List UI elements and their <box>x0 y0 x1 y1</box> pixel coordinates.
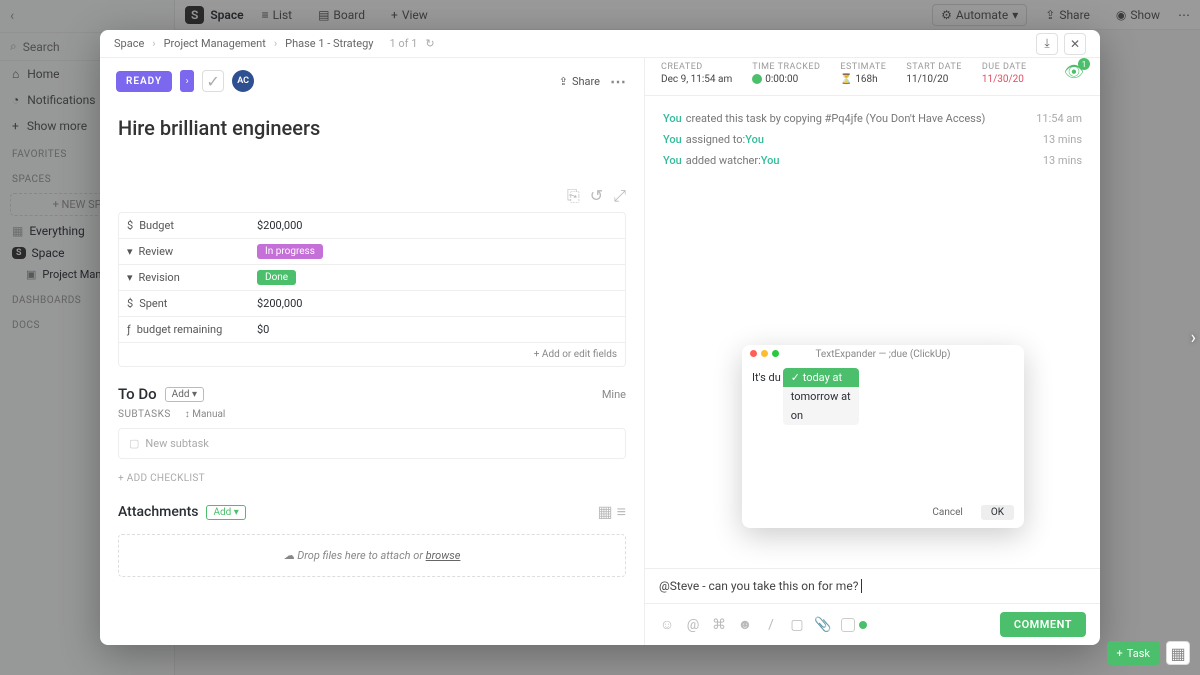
meta-estimate[interactable]: ⏳ 168h <box>840 74 886 85</box>
template-icon[interactable]: ⎘ <box>567 186 580 206</box>
field-budget-value[interactable]: $200,000 <box>249 213 625 238</box>
subtasks-label: SUBTASKS <box>118 409 171 420</box>
dropdown-icon: ▾ <box>127 271 133 284</box>
assignee-avatar[interactable]: AC <box>232 70 254 92</box>
presence-indicator <box>841 618 867 632</box>
history-icon[interactable]: ↺ <box>590 186 603 206</box>
dropdown-icon: ▾ <box>127 245 133 258</box>
field-review-value[interactable]: In progress <box>249 239 625 264</box>
te-min-icon[interactable] <box>761 350 768 357</box>
refresh-icon[interactable]: ↻ <box>425 37 434 50</box>
status-pill[interactable]: READY <box>116 71 172 92</box>
modal-breadcrumbs: Space› Project Management› Phase 1 - Str… <box>100 30 1100 58</box>
crumb-2[interactable]: Phase 1 - Strategy <box>285 37 373 50</box>
mention-icon[interactable]: @ <box>685 617 701 633</box>
add-fields-button[interactable]: + Add or edit fields <box>119 343 625 366</box>
te-prefix: It's du <box>752 368 781 384</box>
status-next-button[interactable]: › <box>180 70 194 92</box>
comment-input[interactable]: @Steve - can you take this on for me? <box>645 569 1100 603</box>
field-revision-label: Revision <box>139 271 180 284</box>
add-checklist-button[interactable]: + ADD CHECKLIST <box>100 459 644 488</box>
new-subtask-input[interactable]: ▢New subtask <box>118 428 626 459</box>
watchers-button[interactable]: 👁1 <box>1064 62 1084 85</box>
modal-left-pane: READY › ✓ AC ⇪Share ⋯ Hire brilliant eng… <box>100 58 645 645</box>
apps-button[interactable]: ▦ <box>1166 641 1190 665</box>
new-task-button[interactable]: +Task <box>1107 641 1160 665</box>
attachment-dropzone[interactable]: ☁ Drop files here to attach or browse <box>118 534 626 577</box>
play-icon[interactable] <box>752 74 762 84</box>
grid-view-icon[interactable]: ▦ <box>598 502 613 522</box>
task-more-button[interactable]: ⋯ <box>610 72 628 91</box>
te-title: TextExpander — ;due (ClickUp) <box>742 345 1024 364</box>
attach-icon[interactable]: 📎 <box>815 617 831 633</box>
te-menu: ✓ today at tomorrow at on <box>783 368 859 425</box>
te-close-icon[interactable] <box>750 350 757 357</box>
crumb-0[interactable]: Space <box>114 37 144 50</box>
todo-add-button[interactable]: Add ▾ <box>165 387 204 402</box>
modal-overlay: Space › Project Management › Phase 1 - Str… <box>0 0 1200 675</box>
field-revision-value[interactable]: Done <box>249 265 625 290</box>
task-meta-bar: CREATEDDec 9, 11:54 am TIME TRACKED0:00:… <box>645 58 1100 96</box>
emoji-icon[interactable]: ☺ <box>659 617 675 633</box>
cloud-icon: ☁ <box>284 549 295 562</box>
comment-button[interactable]: COMMENT <box>1000 612 1086 637</box>
task-header: READY › ✓ AC ⇪Share ⋯ <box>100 58 644 104</box>
slash-icon[interactable]: / <box>763 617 779 633</box>
browse-link[interactable]: browse <box>426 549 461 562</box>
meta-start[interactable]: 11/10/20 <box>906 74 961 85</box>
textexpander-popup: TextExpander — ;due (ClickUp) It's du ✓ … <box>742 345 1024 528</box>
te-option-2[interactable]: on <box>783 406 859 425</box>
apps-icon: ▦ <box>1170 644 1185 663</box>
te-max-icon[interactable] <box>772 350 779 357</box>
close-button[interactable]: ✕ <box>1064 33 1086 55</box>
te-cancel-button[interactable]: Cancel <box>922 505 972 520</box>
field-budget-label: Budget <box>139 219 174 232</box>
meta-tracked[interactable]: 0:00:00 <box>752 74 820 85</box>
close-icon: ✕ <box>1070 37 1080 51</box>
plus-icon: + <box>1117 647 1123 660</box>
formula-icon: ƒ <box>127 323 131 336</box>
todo-title: To Do <box>118 385 157 403</box>
field-remain-value[interactable]: $0 <box>249 317 625 342</box>
plus-icon: ▢ <box>129 437 139 450</box>
list-view-icon[interactable]: ≡ <box>617 502 626 522</box>
share-task-button[interactable]: ⇪Share <box>559 75 600 88</box>
next-task-arrow[interactable]: › <box>1191 327 1196 348</box>
field-review-label: Review <box>139 245 174 258</box>
attachments-add-button[interactable]: Add ▾ <box>206 505 245 520</box>
assign-icon[interactable]: ▢ <box>789 617 805 633</box>
meta-created: Dec 9, 11:54 am <box>661 74 732 85</box>
field-spent-value[interactable]: $200,000 <box>249 291 625 316</box>
te-option-0[interactable]: ✓ today at <box>783 368 859 387</box>
field-spent-label: Spent <box>139 297 167 310</box>
minimize-button[interactable]: ⤓ <box>1036 33 1058 55</box>
task-modal: Space› Project Management› Phase 1 - Str… <box>100 30 1100 645</box>
attachments-title: Attachments <box>118 504 198 520</box>
comment-toolbar: ☺ @ ⌘ ☻ / ▢ 📎 COMMENT <box>645 603 1100 645</box>
meta-due[interactable]: 11/30/20 <box>982 74 1027 85</box>
money-icon: $ <box>127 219 133 232</box>
te-option-1[interactable]: tomorrow at <box>783 387 859 406</box>
expand-icon[interactable]: ⤢ <box>613 186 626 206</box>
minimize-icon: ⤓ <box>1044 36 1049 51</box>
command-icon[interactable]: ⌘ <box>711 617 727 633</box>
field-remain-label: budget remaining <box>137 323 223 336</box>
page-indicator: 1 of 1 <box>389 37 417 50</box>
subtasks-sort[interactable]: ↕ Manual <box>185 409 226 420</box>
custom-fields-table: $ Budget $200,000 ▾ Review In progress ▾ Revi… <box>118 212 626 367</box>
share-icon: ⇪ <box>559 75 568 88</box>
task-title[interactable]: Hire brilliant engineers <box>100 104 644 180</box>
money-icon: $ <box>127 297 133 310</box>
todo-mine-filter[interactable]: Mine <box>602 388 626 401</box>
hourglass-icon: ⏳ <box>840 74 852 85</box>
te-ok-button[interactable]: OK <box>981 505 1014 520</box>
crumb-1[interactable]: Project Management <box>164 37 266 50</box>
complete-button[interactable]: ✓ <box>202 70 224 92</box>
smiley-icon[interactable]: ☻ <box>737 617 753 633</box>
